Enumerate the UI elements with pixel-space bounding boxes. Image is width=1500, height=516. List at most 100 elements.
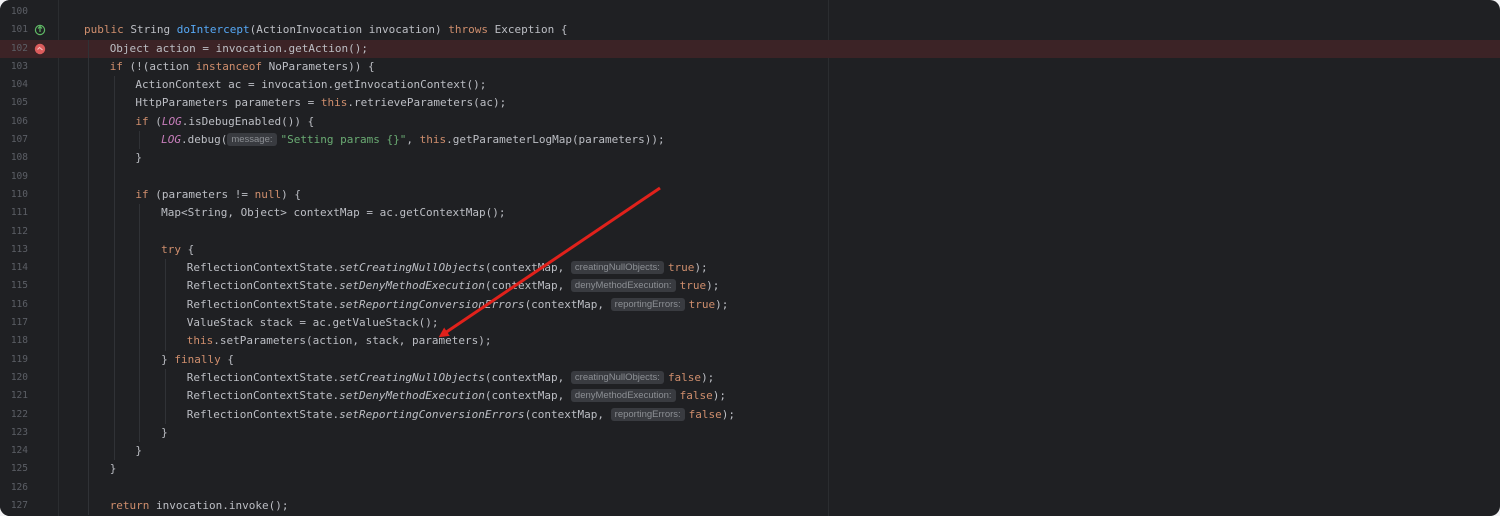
line-number[interactable]: 124 [0, 442, 28, 460]
line-number[interactable]: 123 [0, 424, 28, 442]
code-text[interactable]: ValueStack stack = ac.getValueStack(); [187, 314, 439, 332]
line-number[interactable]: 110 [0, 186, 28, 204]
code-line[interactable]: 123} [0, 424, 1500, 442]
code-line[interactable]: 115 ReflectionContextState.setDenyMethodE… [0, 277, 1500, 295]
code-token: (contextMap, [484, 370, 571, 384]
line-number[interactable]: 100 [0, 3, 28, 21]
code-token: ); [715, 297, 729, 311]
code-line[interactable]: 108} [0, 149, 1500, 167]
parameter-hint: creatingNullObjects: [570, 261, 664, 275]
code-line[interactable]: 103 if (!(action instanceof NoParameters)… [0, 58, 1500, 76]
line-number[interactable]: 120 [0, 369, 28, 387]
code-line[interactable]: 121 ReflectionContextState.setDenyMethodE… [0, 387, 1500, 405]
line-number[interactable]: 121 [0, 387, 28, 405]
code-line[interactable]: 112 [0, 223, 1500, 241]
code-text[interactable]: } [135, 442, 142, 460]
code-line[interactable]: 124} [0, 442, 1500, 460]
code-line[interactable]: 125} [0, 460, 1500, 478]
indent-guide [88, 39, 89, 516]
code-text[interactable]: ReflectionContextState.setDenyMethodExec… [187, 277, 719, 295]
code-text[interactable]: ActionContext ac = invocation.getInvocat… [135, 76, 486, 94]
line-number[interactable]: 101 [0, 21, 28, 39]
code-token: ReflectionContextState. [186, 261, 340, 275]
line-number[interactable]: 116 [0, 296, 28, 314]
line-number[interactable]: 114 [0, 259, 28, 277]
code-text[interactable]: ReflectionContextState.setReportingConve… [187, 406, 735, 424]
code-text[interactable]: ReflectionContextState.setDenyMethodExec… [187, 387, 726, 405]
code-text[interactable]: Object action = invocation.getAction(); [110, 40, 368, 58]
code-token: } [109, 462, 117, 476]
code-line[interactable]: 127 return invocation.invoke(); [0, 497, 1500, 515]
line-number[interactable]: 113 [0, 241, 28, 259]
line-number[interactable]: 108 [0, 149, 28, 167]
code-token: true [688, 297, 716, 311]
parameter-hint: denyMethodExecution: [570, 279, 676, 293]
code-line[interactable]: 111 Map<String, Object> contextMap = ac.g… [0, 204, 1500, 222]
code-editor[interactable]: 100 101 public String doIntercept(ActionIn… [0, 3, 1500, 515]
code-token: (ActionInvocation invocation) [249, 23, 449, 37]
code-line[interactable]: 113 try { [0, 241, 1500, 259]
code-line[interactable]: 102 Object action = invocation.getAction(… [0, 39, 1500, 58]
code-text[interactable]: } [135, 149, 142, 167]
line-number[interactable]: 107 [0, 131, 28, 149]
code-line[interactable]: 114 ReflectionContextState.setCreatingNul… [0, 259, 1500, 277]
code-text[interactable]: if (parameters != null) { [135, 186, 301, 204]
line-number[interactable]: 115 [0, 277, 28, 295]
line-number[interactable]: 117 [0, 314, 28, 332]
code-line[interactable]: 117 ValueStack stack = ac.getValueStack()… [0, 314, 1500, 332]
code-line[interactable]: 109 [0, 168, 1500, 186]
line-number[interactable]: 122 [0, 406, 28, 424]
code-line[interactable]: 101 public String doIntercept(ActionInvoc… [0, 21, 1500, 39]
code-text[interactable]: } [110, 460, 117, 478]
code-editor-window: 100 101 public String doIntercept(ActionIn… [0, 0, 1500, 516]
line-number[interactable]: 112 [0, 223, 28, 241]
code-text[interactable]: ReflectionContextState.setReportingConve… [187, 296, 729, 314]
breakpoint-icon[interactable] [34, 43, 46, 55]
line-number[interactable]: 118 [0, 332, 28, 350]
code-text[interactable]: if (!(action instanceof NoParameters)) { [110, 58, 375, 76]
line-number[interactable]: 125 [0, 460, 28, 478]
line-number[interactable]: 105 [0, 94, 28, 112]
code-token: setReportingConversionErrors [339, 407, 525, 421]
code-text[interactable]: ReflectionContextState.setCreatingNullOb… [187, 369, 714, 387]
code-line[interactable]: 105 HttpParameters parameters = this.retr… [0, 94, 1500, 112]
line-number[interactable]: 111 [0, 204, 28, 222]
code-token: (contextMap, [484, 279, 571, 293]
code-token: HttpParameters parameters = [135, 96, 321, 110]
override-icon[interactable] [34, 24, 46, 36]
code-line[interactable]: 106 if (LOG.isDebugEnabled()) { [0, 113, 1500, 131]
line-number[interactable]: 103 [0, 58, 28, 76]
code-line[interactable]: 116 ReflectionContextState.setReportingCo… [0, 296, 1500, 314]
code-text[interactable]: this.setParameters(action, stack, parame… [187, 332, 492, 350]
code-line[interactable]: 100 [0, 3, 1500, 21]
code-token: return [109, 499, 150, 513]
code-text[interactable]: Map<String, Object> contextMap = ac.getC… [161, 204, 505, 222]
line-number[interactable]: 106 [0, 113, 28, 131]
code-line[interactable]: 126 [0, 479, 1500, 497]
code-text[interactable]: try { [161, 241, 194, 259]
code-line[interactable]: 119 } finally { [0, 351, 1500, 369]
code-line[interactable]: 104 ActionContext ac = invocation.getInvo… [0, 76, 1500, 94]
code-line[interactable]: 107 LOG.debug(message: "Setting params {}"… [0, 131, 1500, 149]
indent-guide [113, 76, 115, 461]
code-line[interactable]: 120 ReflectionContextState.setCreatingNul… [0, 369, 1500, 387]
code-text[interactable]: ReflectionContextState.setCreatingNullOb… [187, 259, 708, 277]
line-number[interactable]: 104 [0, 76, 28, 94]
code-text[interactable]: LOG.debug(message: "Setting params {}", t… [161, 131, 665, 149]
code-token: { [220, 352, 234, 366]
code-text[interactable]: } [161, 424, 168, 442]
code-text[interactable]: } finally { [161, 351, 234, 369]
code-token: } [135, 151, 143, 165]
line-number[interactable]: 109 [0, 168, 28, 186]
line-number[interactable]: 102 [0, 40, 28, 58]
code-line[interactable]: 122 ReflectionContextState.setReportingCo… [0, 406, 1500, 424]
line-number[interactable]: 119 [0, 351, 28, 369]
line-number[interactable]: 127 [0, 497, 28, 515]
code-text[interactable]: HttpParameters parameters = this.retriev… [135, 94, 506, 112]
code-text[interactable]: return invocation.invoke(); [110, 497, 289, 515]
code-text[interactable]: if (LOG.isDebugEnabled()) { [135, 113, 314, 131]
code-line[interactable]: 118 this.setParameters(action, stack, par… [0, 332, 1500, 350]
line-number[interactable]: 126 [0, 479, 28, 497]
code-line[interactable]: 110 if (parameters != null) { [0, 186, 1500, 204]
code-text[interactable]: public String doIntercept(ActionInvocati… [84, 21, 568, 39]
